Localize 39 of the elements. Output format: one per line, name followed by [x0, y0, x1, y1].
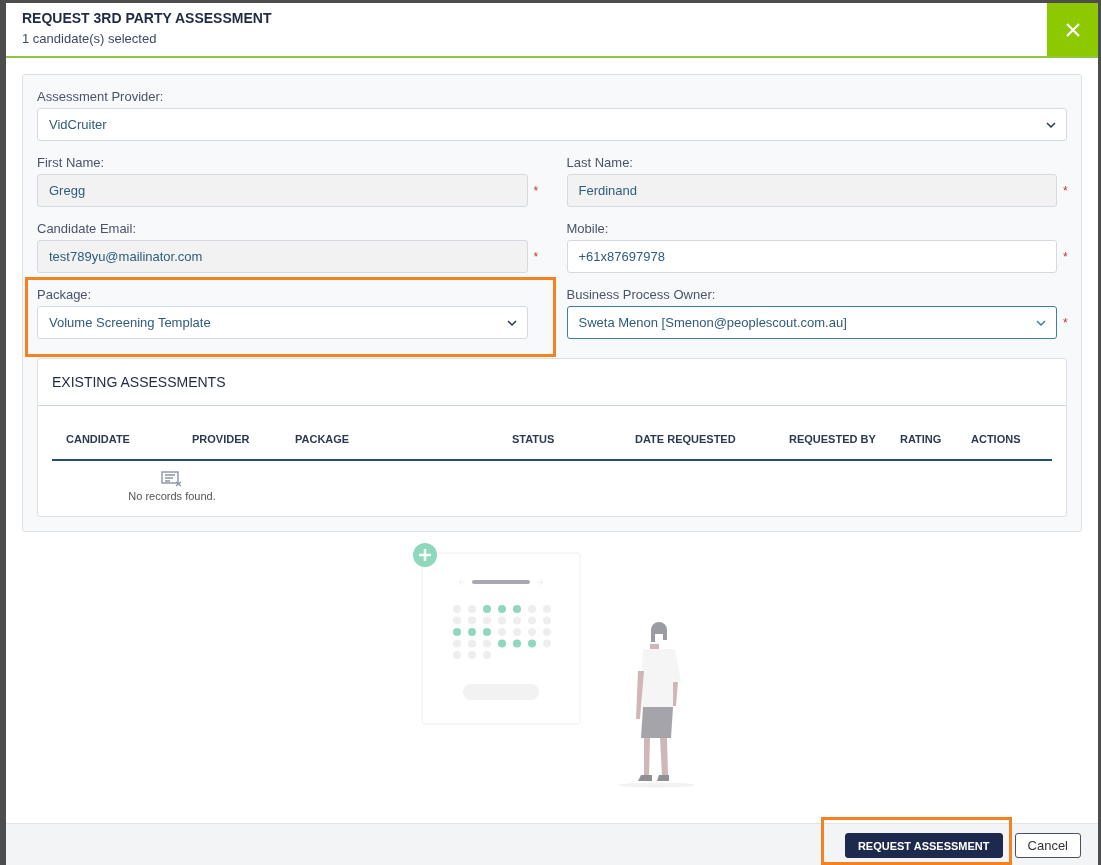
request-button[interactable]: REQUEST ASSESSMENT	[844, 833, 1003, 858]
required-asterisk: *	[1063, 249, 1067, 264]
empty-message: No records found.	[128, 490, 216, 502]
field-label: Last Name:	[566, 155, 634, 171]
cancel-button[interactable]: Cancel	[1014, 833, 1081, 858]
input-field[interactable]: Ferdinand	[566, 174, 1057, 207]
select-field[interactable]: Volume Screening Template	[37, 306, 528, 339]
no-records-icon	[161, 471, 183, 487]
field-label: Mobile:	[566, 221, 610, 237]
input-field[interactable]: Gregg	[37, 174, 528, 207]
column-header: PACKAGE	[295, 432, 351, 445]
column-header: RATING	[900, 432, 943, 445]
chevron-down-icon	[1036, 319, 1046, 326]
column-header: PROVIDER	[192, 432, 251, 445]
close-icon	[1064, 21, 1081, 38]
field-label: First Name:	[37, 155, 106, 171]
field-label: Assessment Provider:	[37, 89, 165, 105]
required-asterisk: *	[1063, 315, 1067, 330]
select-field[interactable]: Sweta Menon [Smenon@peoplescout.com.au]	[566, 306, 1057, 339]
dialog-subtitle: 1 candidate(s) selected	[22, 31, 158, 46]
field-label: Candidate Email:	[37, 221, 137, 237]
column-header: ACTIONS	[971, 432, 1022, 445]
chevron-down-icon	[506, 319, 517, 326]
select-field[interactable]: VidCruiter	[37, 108, 1067, 141]
required-asterisk: *	[1063, 183, 1067, 198]
close-button[interactable]	[1047, 3, 1098, 56]
column-header: STATUS	[512, 432, 556, 445]
column-header: CANDIDATE	[66, 432, 131, 445]
required-asterisk: *	[533, 249, 538, 264]
field-label: Business Process Owner:	[566, 287, 717, 303]
required-asterisk: *	[533, 183, 538, 198]
chevron-down-icon	[1046, 121, 1056, 128]
input-field[interactable]: test789yu@mailinator.com	[37, 240, 528, 273]
field-label: Package:	[37, 287, 93, 303]
dialog-title: REQUEST 3RD PARTY ASSESSMENT	[22, 10, 273, 26]
column-header: REQUESTED BY	[789, 432, 877, 445]
card-title: EXISTING ASSESSMENTS	[38, 359, 1066, 406]
column-header: DATE REQUESTED	[635, 432, 737, 445]
input-field[interactable]: +61x87697978	[566, 240, 1057, 273]
